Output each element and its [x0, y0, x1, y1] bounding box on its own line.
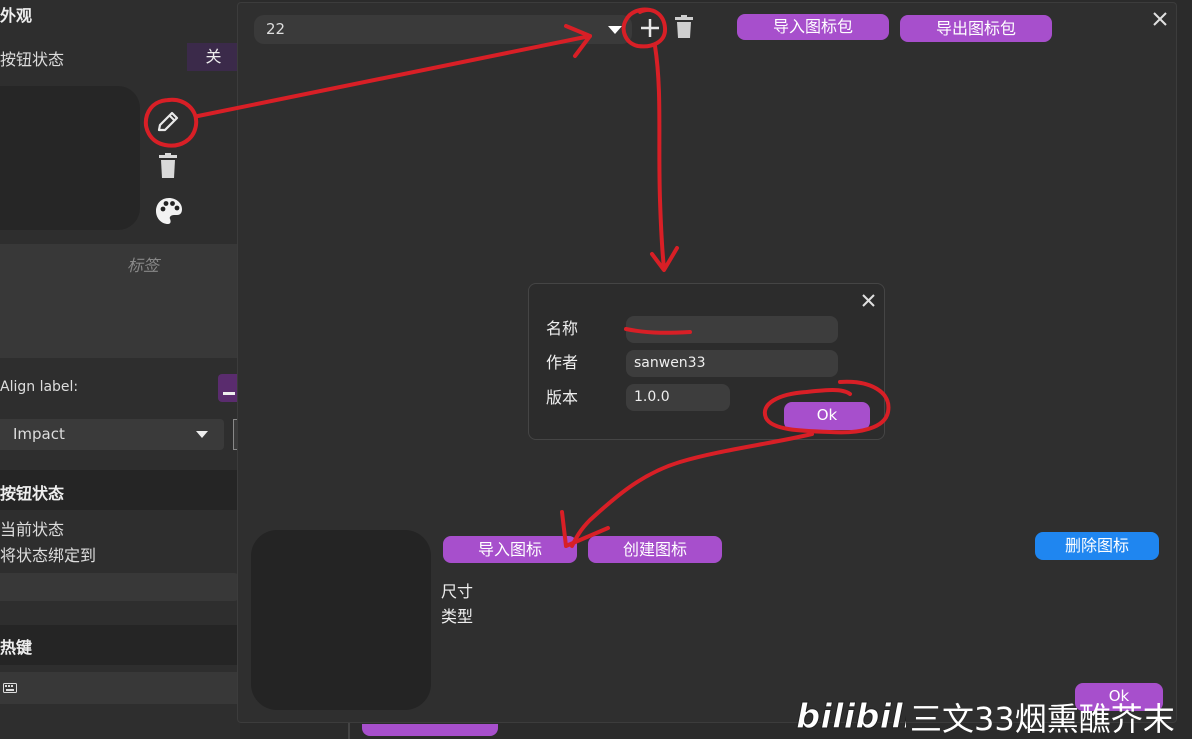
- hidden-button-edge: [362, 724, 498, 736]
- name-label: 名称: [546, 319, 579, 338]
- svg-text:bilibili: bilibili: [796, 697, 906, 736]
- create-icon-button[interactable]: 创建图标: [588, 536, 722, 563]
- caret-down-icon: [196, 431, 208, 438]
- close-icon[interactable]: [861, 293, 876, 308]
- hotkey-section-title: 热键: [0, 638, 33, 657]
- button-state-section-title: 按钮状态: [0, 484, 65, 503]
- align-label-text: Align label:: [0, 379, 79, 395]
- delete-icon-button[interactable]: 删除图标: [1035, 532, 1159, 560]
- new-pack-dialog: 名称 作者 sanwen33 版本 1.0.0 Ok: [528, 283, 885, 440]
- export-pack-button[interactable]: 导出图标包: [900, 15, 1052, 42]
- watermark-channel-name: 三文33烟熏醮芥末: [910, 700, 1175, 738]
- icon-preview: [251, 530, 431, 710]
- properties-panel: 外观 按钮状态 关 标签 Align label: Impact 按钮状态 当前…: [0, 0, 240, 739]
- add-pack-icon[interactable]: [638, 16, 662, 40]
- divider: [348, 723, 350, 739]
- current-state-label: 当前状态: [0, 520, 65, 539]
- size-label: 尺寸: [441, 582, 474, 601]
- sub-ok-button[interactable]: Ok: [784, 402, 870, 430]
- bilibili-logo: bilibili: [796, 697, 917, 738]
- trash-icon[interactable]: [157, 153, 179, 179]
- name-input[interactable]: [626, 316, 838, 343]
- font-select-value: Impact: [13, 425, 65, 443]
- bind-state-label: 将状态绑定到: [0, 546, 97, 565]
- author-label: 作者: [546, 353, 579, 372]
- hotkey-section-band: [0, 625, 240, 665]
- button-preview: [0, 86, 140, 230]
- pencil-icon[interactable]: [154, 108, 182, 136]
- keyboard-icon: [3, 683, 17, 693]
- appearance-heading: 外观: [0, 6, 33, 25]
- author-input[interactable]: sanwen33: [626, 350, 838, 377]
- button-state-label: 按钮状态: [0, 50, 65, 69]
- delete-pack-icon[interactable]: [674, 15, 694, 39]
- icon-pack-select[interactable]: 22: [254, 15, 632, 44]
- version-label: 版本: [546, 388, 579, 407]
- caret-down-icon: [608, 26, 622, 34]
- hotkey-input[interactable]: [0, 672, 240, 704]
- button-state-toggle[interactable]: 关: [187, 43, 240, 71]
- type-label: 类型: [441, 607, 474, 626]
- state-bind-input[interactable]: [0, 573, 240, 601]
- palette-icon[interactable]: [154, 196, 184, 226]
- import-pack-button[interactable]: 导入图标包: [737, 14, 889, 40]
- label-textbox[interactable]: [0, 244, 240, 358]
- version-input[interactable]: 1.0.0: [626, 384, 730, 411]
- font-select[interactable]: Impact: [0, 419, 224, 450]
- close-icon[interactable]: [1152, 11, 1168, 27]
- label-placeholder: 标签: [127, 256, 160, 275]
- import-icon-button[interactable]: 导入图标: [443, 536, 577, 563]
- icon-pack-value: 22: [266, 20, 286, 38]
